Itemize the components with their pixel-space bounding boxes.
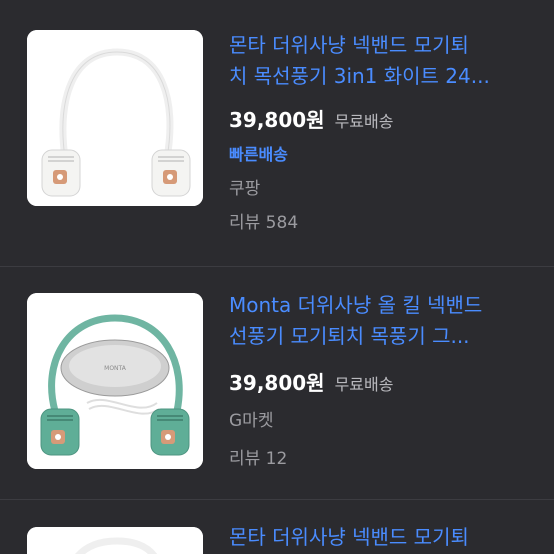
product-card[interactable]: MONTA Monta 더위사냥 올 킬 넥밴드 선풍기 모기퇴치 목풍기 그.… (0, 267, 554, 499)
shipping-label: 무료배송 (334, 112, 394, 131)
product-card[interactable]: 몬타 더위사냥 넥밴드 모기퇴 (0, 500, 554, 554)
product-title-line1: 몬타 더위사냥 넥밴드 모기퇴 (229, 33, 469, 57)
review-count: 리뷰 584 (229, 213, 299, 233)
product-image[interactable] (27, 527, 203, 554)
product-card[interactable]: 몬타 더위사냥 넥밴드 모기퇴 치 목선풍기 3in1 화이트 24... 39… (0, 0, 554, 266)
fast-delivery-badge: 빠른배송 (229, 145, 288, 164)
product-title-line2: 선풍기 모기퇴치 목풍기 그... (229, 324, 470, 348)
product-price: 39,800원 (229, 371, 325, 395)
review-count: 리뷰 12 (229, 449, 288, 469)
price-row: 39,800원 무료배송 (229, 367, 393, 396)
product-image[interactable]: MONTA (27, 293, 203, 469)
shop-name: 쿠팡 (229, 179, 261, 199)
white-neck-fan-image (27, 30, 203, 206)
product-title[interactable]: 몬타 더위사냥 넥밴드 모기퇴 (229, 522, 529, 553)
shipping-label: 무료배송 (334, 375, 394, 394)
product-list: 몬타 더위사냥 넥밴드 모기퇴 치 목선풍기 3in1 화이트 24... 39… (0, 0, 554, 554)
product-title[interactable]: 몬타 더위사냥 넥밴드 모기퇴 치 목선풍기 3in1 화이트 24... (229, 30, 529, 92)
mint-neck-fan-image: MONTA (27, 293, 203, 469)
white-neck-fan-image (27, 527, 203, 554)
product-price: 39,800원 (229, 108, 325, 132)
product-title-line1: 몬타 더위사냥 넥밴드 모기퇴 (229, 525, 469, 549)
product-title-line2: 치 목선풍기 3in1 화이트 24... (229, 64, 490, 88)
shop-name: G마켓 (229, 411, 274, 431)
product-title-line1: Monta 더위사냥 올 킬 넥밴드 (229, 293, 483, 317)
product-image[interactable] (27, 30, 203, 206)
case-logo: MONTA (104, 365, 127, 372)
price-row: 39,800원 무료배송 (229, 104, 393, 133)
product-title[interactable]: Monta 더위사냥 올 킬 넥밴드 선풍기 모기퇴치 목풍기 그... (229, 290, 529, 352)
